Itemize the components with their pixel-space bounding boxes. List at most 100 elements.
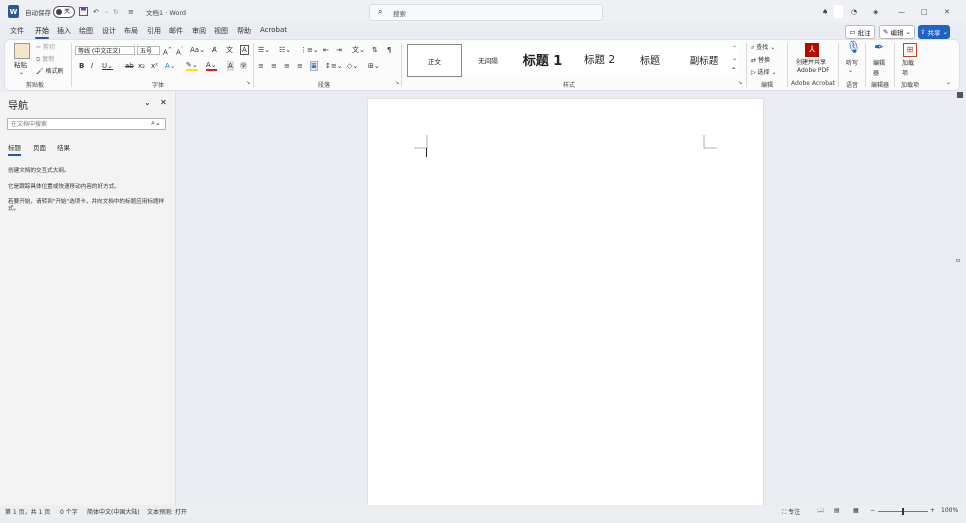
tab-references[interactable]: 引用: [147, 26, 161, 36]
style-subtitle[interactable]: 副标题: [673, 44, 735, 75]
font-color-icon[interactable]: A⌄: [206, 61, 217, 71]
sort-icon[interactable]: ⇅: [372, 45, 378, 55]
copy-button[interactable]: ⧉ 复制: [36, 55, 54, 65]
styles-dialog-launcher-icon[interactable]: ↘: [738, 78, 742, 88]
style-heading-1[interactable]: 标题 1: [515, 44, 570, 75]
tab-mailings[interactable]: 邮件: [169, 26, 183, 36]
bold-icon[interactable]: B: [79, 61, 84, 71]
nav-tab-headings[interactable]: 标题: [8, 142, 21, 156]
addins-icon[interactable]: ⊞: [903, 43, 917, 57]
line-spacing-icon[interactable]: ↕≡⌄: [325, 61, 343, 71]
adobe-pdf-label[interactable]: Adobe PDF: [797, 66, 830, 76]
subscript-icon[interactable]: x₂: [138, 61, 145, 71]
underline-icon[interactable]: U⌄: [102, 61, 113, 71]
dictate-dropdown-icon[interactable]: ⌄: [848, 66, 853, 76]
clear-formatting-icon[interactable]: A̸: [212, 45, 217, 55]
font-dialog-launcher-icon[interactable]: ↘: [246, 78, 250, 88]
grow-font-icon[interactable]: A^: [163, 45, 172, 57]
style-heading-2[interactable]: 标题 2: [572, 44, 627, 75]
account-avatar[interactable]: [834, 5, 843, 18]
paste-dropdown-icon[interactable]: ⌄: [19, 68, 24, 78]
gallery-scroll-up-icon[interactable]: ⌃: [732, 44, 737, 54]
tab-insert[interactable]: 插入: [57, 26, 71, 36]
editor-label[interactable]: 编辑器: [873, 59, 889, 79]
highlight-icon[interactable]: ✎⌄: [186, 61, 198, 71]
gallery-scroll-down-icon[interactable]: ⌄: [732, 54, 737, 64]
style-title[interactable]: 标题: [629, 44, 671, 75]
superscript-icon[interactable]: x²: [151, 61, 158, 71]
zoom-in-icon[interactable]: +: [930, 507, 935, 514]
nav-tab-results[interactable]: 结果: [57, 142, 70, 152]
character-border-icon[interactable]: A: [240, 45, 249, 55]
style-normal[interactable]: 正文: [407, 44, 462, 77]
copilot-icon[interactable]: ◔: [851, 5, 857, 18]
select-button[interactable]: ▷ 选择 ⌄: [751, 68, 777, 78]
tab-acrobat[interactable]: Acrobat: [260, 26, 287, 34]
web-layout-icon[interactable]: ▦: [853, 507, 859, 514]
tab-review[interactable]: 审阅: [192, 26, 206, 36]
zoom-level[interactable]: 100%: [941, 507, 958, 514]
nav-tab-pages[interactable]: 页面: [33, 142, 46, 152]
numbering-icon[interactable]: ☷⌄: [279, 45, 291, 55]
adobe-pdf-icon[interactable]: ⅄: [805, 43, 819, 57]
minimize-button[interactable]: —: [898, 5, 905, 18]
maximize-button[interactable]: □: [921, 5, 928, 18]
language-status[interactable]: 简体中文(中国大陆): [87, 507, 140, 516]
phonetic-guide-icon[interactable]: 文: [226, 45, 233, 55]
multilevel-list-icon[interactable]: ⋮≡⌄: [300, 45, 319, 55]
gallery-more-icon[interactable]: ⩡: [732, 64, 735, 74]
strikethrough-icon[interactable]: ab: [125, 61, 134, 71]
nav-options-icon[interactable]: ⌄: [144, 98, 151, 107]
text-prediction-status[interactable]: 文本预测: 打开: [147, 507, 187, 516]
tab-draw[interactable]: 绘图: [79, 26, 93, 36]
paste-icon[interactable]: [14, 43, 30, 59]
undo-dropdown-icon[interactable]: ⌄: [104, 5, 109, 18]
italic-icon[interactable]: I: [91, 61, 93, 71]
addins-label[interactable]: 加载项: [902, 59, 918, 79]
zoom-out-icon[interactable]: −: [870, 507, 875, 514]
tab-help[interactable]: 帮助: [237, 26, 251, 36]
shrink-font-icon[interactable]: Aˇ: [176, 45, 183, 57]
read-mode-icon[interactable]: 📖: [817, 507, 824, 514]
align-left-icon[interactable]: ≡: [258, 61, 264, 71]
editing-mode-button[interactable]: ✎ 编辑 ⌄: [879, 25, 915, 39]
tab-view[interactable]: 视图: [214, 26, 228, 36]
font-size-select[interactable]: 五号: [137, 46, 160, 55]
nav-search-input[interactable]: 在文档中搜索: [7, 118, 166, 130]
tab-design[interactable]: 设计: [102, 26, 116, 36]
coauthor-icon[interactable]: ♠: [822, 5, 828, 18]
search-icon[interactable]: ⌕⌄: [151, 119, 161, 128]
page-count[interactable]: 第 1 页，共 1 页: [5, 507, 50, 516]
word-count[interactable]: 0 个字: [60, 507, 78, 516]
print-layout-icon[interactable]: ▤: [834, 507, 840, 514]
undo-icon[interactable]: ↶: [93, 5, 99, 18]
microphone-icon[interactable]: 🎙: [846, 41, 861, 53]
text-effects-icon[interactable]: A⌄: [165, 61, 176, 71]
character-shading-icon[interactable]: A: [227, 61, 234, 71]
change-case-icon[interactable]: Aa⌄: [190, 45, 205, 55]
font-name-select[interactable]: 等线 (中文正文): [75, 46, 135, 55]
align-right-icon[interactable]: ≡: [284, 61, 290, 71]
show-marks-icon[interactable]: ¶: [387, 45, 391, 55]
share-button[interactable]: ⇪ 共享 ⌄: [918, 25, 950, 39]
scrollbar-thumb[interactable]: [957, 92, 963, 98]
paragraph-dialog-launcher-icon[interactable]: ↘: [395, 78, 399, 88]
enclose-characters-icon[interactable]: ㊫: [240, 61, 247, 71]
focus-button[interactable]: ⛶ 专注: [782, 507, 800, 517]
redo-icon[interactable]: ↻: [113, 5, 119, 18]
nav-close-icon[interactable]: ✕: [160, 98, 167, 107]
tab-file[interactable]: 文件: [10, 26, 24, 36]
find-button[interactable]: ⌕ 查找 ⌄: [751, 43, 775, 53]
shading-icon[interactable]: ◇⌄: [347, 61, 358, 71]
close-button[interactable]: ✕: [944, 5, 950, 18]
style-no-spacing[interactable]: 无间隔: [463, 44, 513, 75]
format-painter-button[interactable]: 🖌 格式刷: [36, 67, 64, 77]
collapse-ribbon-icon[interactable]: ⌄: [946, 78, 951, 88]
borders-icon[interactable]: ⊞⌄: [368, 61, 380, 71]
increase-indent-icon[interactable]: ⇥: [336, 45, 342, 55]
diamond-icon[interactable]: ◈: [873, 5, 878, 18]
distributed-icon[interactable]: ≣: [310, 61, 318, 71]
document-page[interactable]: [367, 98, 764, 510]
decrease-indent-icon[interactable]: ⇤: [323, 45, 329, 55]
save-icon[interactable]: [79, 5, 88, 18]
